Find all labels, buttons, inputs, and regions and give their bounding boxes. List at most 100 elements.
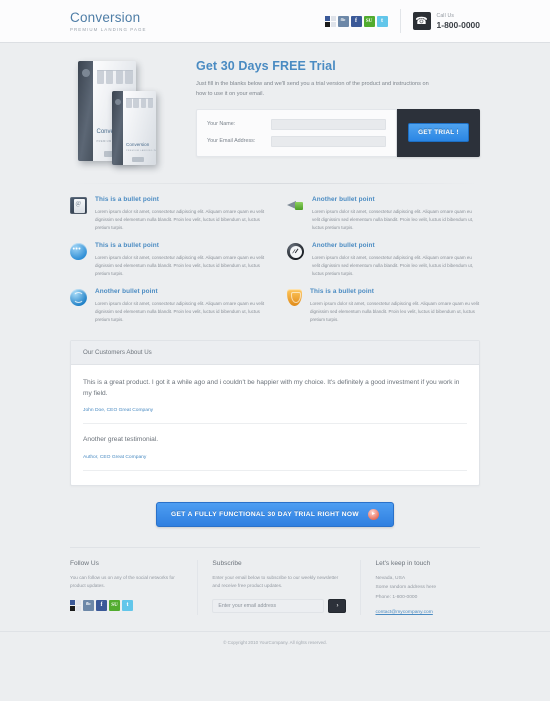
feature-title: Another bullet point (312, 242, 375, 249)
contact-email-link[interactable]: contact@mycompany.com (375, 610, 480, 615)
megaphone-icon (287, 197, 304, 214)
cta-button[interactable]: GET A FULLY FUNCTIONAL 30 DAY TRIAL RIGH… (156, 501, 394, 527)
stumbleupon-icon[interactable]: SU (363, 15, 375, 27)
clock-icon (287, 243, 304, 260)
cta-section: GET A FULLY FUNCTIONAL 30 DAY TRIAL RIGH… (0, 486, 550, 527)
contact-line-2: Some random address here (375, 585, 437, 591)
site-footer: Follow Us You can follow us on any of th… (0, 548, 550, 616)
subscribe-submit-button[interactable]: › (328, 598, 347, 613)
facebook-icon[interactable]: f (96, 599, 107, 611)
name-input[interactable] (271, 118, 386, 130)
header-social-links: flic f SU t (324, 15, 388, 27)
email-label: Your Email Address: (207, 138, 256, 145)
subscribe-form: › (212, 598, 347, 613)
feature-item: Another bullet point Lorem ipsum dolor s… (70, 288, 275, 334)
flickr-icon[interactable]: flic (337, 15, 349, 27)
testimonial-quote: Another great testimonial. (83, 436, 159, 444)
phone-icon: ☎ (412, 12, 431, 30)
testimonial-item: Another great testimonial. Author, CEO G… (83, 434, 467, 471)
feature-item: This is a bullet point Lorem ipsum dolor… (70, 242, 275, 288)
testimonial-quote: This is a great product. I got it a whil… (83, 379, 460, 398)
arrow-right-icon: ▸ (367, 508, 379, 520)
feature-title: Another bullet point (95, 288, 158, 295)
get-trial-button[interactable]: GET TRIAL ! (408, 123, 469, 143)
hero-paragraph: Just fill in the blanks below and we'll … (196, 81, 429, 97)
testimonials-body: This is a great product. I got it a whil… (71, 365, 479, 485)
subscribe-email-input[interactable] (212, 598, 325, 613)
feature-title: This is a bullet point (95, 242, 159, 249)
feature-text: Lorem ipsum dolor sit amet, consectetur … (310, 301, 480, 322)
logo-subtitle: PREMIUM LANDING PAGE (70, 27, 147, 33)
trial-form-fields: Your Name: Your Email Address: (196, 108, 397, 157)
footer-subscribe-column: Subscribe Enter your email below to subs… (198, 559, 362, 616)
testimonial-item: This is a great product. I got it a whil… (83, 377, 467, 425)
contact-line-1: Nevada, USA (375, 575, 406, 581)
feature-item: This is a bullet point Lorem ipsum dolor… (275, 288, 480, 334)
facebook-icon[interactable]: f (350, 15, 362, 27)
feature-title: Another bullet point (312, 196, 375, 203)
feature-item: Another bullet point Lorem ipsum dolor s… (275, 242, 480, 288)
cta-label: GET A FULLY FUNCTIONAL 30 DAY TRIAL RIGH… (171, 510, 359, 518)
shield-icon (287, 289, 302, 306)
trial-submit-panel: GET TRIAL ! (397, 108, 480, 157)
call-us-number: 1-800-0000 (436, 19, 480, 30)
book-icon (70, 197, 87, 214)
follow-us-text: You can follow us on any of the social n… (70, 574, 175, 589)
feature-text: Lorem ipsum dolor sit amet, consectetur … (95, 301, 265, 322)
feature-title: This is a bullet point (95, 196, 159, 203)
feature-text: Lorem ipsum dolor sit amet, consectetur … (312, 255, 474, 276)
delicious-icon[interactable] (324, 15, 336, 27)
site-header: Conversion PREMIUM LANDING PAGE flic f S… (0, 0, 550, 43)
name-field-group: Your Name: (207, 118, 386, 130)
product-box-small: Conversion PREMIUM LANDING PAGE (112, 91, 156, 165)
email-field-group: Your Email Address: (207, 135, 386, 147)
box-title: Conversion (126, 142, 150, 148)
feature-text: Lorem ipsum dolor sit amet, consectetur … (312, 209, 474, 230)
testimonial-author[interactable]: Author, CEO Great Company (83, 455, 467, 460)
subscribe-title: Subscribe (212, 559, 242, 567)
name-label: Your Name: (207, 121, 236, 128)
box-spine (78, 61, 94, 161)
email-input[interactable] (271, 135, 386, 147)
footer-social-links: flic f SU t (70, 599, 183, 611)
header-divider (399, 9, 401, 33)
header-right: flic f SU t ☎ Call Us 1-800-0000 (324, 9, 480, 33)
call-us-block: ☎ Call Us 1-800-0000 (412, 12, 480, 30)
testimonials-panel: Our Customers About Us This is a great p… (70, 340, 480, 486)
logo[interactable]: Conversion PREMIUM LANDING PAGE (70, 10, 325, 33)
testimonials-header: Our Customers About Us (71, 341, 479, 365)
box-subtitle: PREMIUM LANDING PAGE (126, 149, 156, 152)
box-face: Conversion PREMIUM LANDING PAGE (123, 91, 156, 165)
flickr-icon[interactable]: flic (83, 599, 94, 611)
feature-text: Lorem ipsum dolor sit amet, consectetur … (95, 255, 265, 276)
feature-item: This is a bullet point Lorem ipsum dolor… (70, 196, 275, 242)
delicious-icon[interactable] (70, 599, 81, 611)
hero-content: Get 30 Days FREE Trial Just fill in the … (182, 57, 480, 169)
footer-follow-column: Follow Us You can follow us on any of th… (70, 559, 199, 616)
subscribe-text: Enter your email below to subscribe to o… (212, 574, 339, 589)
twitter-icon[interactable]: t (122, 599, 133, 611)
speech-bubble-icon (70, 243, 87, 260)
footer-contact-column: Let's keep in touch Nevada, USA Some ran… (361, 560, 480, 615)
follow-us-title: Follow Us (70, 559, 99, 567)
hero-section: Conversion PREMIUM LANDING PAGE Conversi… (0, 43, 550, 169)
call-us-label: Call Us (436, 12, 455, 19)
contact-title: Let's keep in touch (375, 559, 431, 567)
trial-form: Your Name: Your Email Address: GET TRIAL… (196, 108, 480, 157)
landing-page: Conversion PREMIUM LANDING PAGE flic f S… (0, 0, 550, 701)
feature-text: Lorem ipsum dolor sit amet, consectetur … (95, 209, 265, 230)
copyright-text: © Copyright 2010 YourCompany. All rights… (223, 640, 327, 646)
contact-address: Nevada, USA Some random address here Pho… (375, 574, 480, 603)
feature-item: Another bullet point Lorem ipsum dolor s… (275, 196, 480, 242)
globe-icon (70, 289, 87, 306)
contact-line-3: Phone: 1-800-0000 (375, 595, 418, 601)
logo-title: Conversion (70, 9, 141, 25)
box-spine (112, 91, 124, 165)
twitter-icon[interactable]: t (376, 15, 388, 27)
features-section: This is a bullet point Lorem ipsum dolor… (0, 184, 550, 334)
feature-title: This is a bullet point (310, 288, 374, 295)
testimonial-author[interactable]: John Doe, CEO Great Company (83, 408, 467, 413)
hero-heading: Get 30 Days FREE Trial (196, 59, 336, 73)
stumbleupon-icon[interactable]: SU (109, 599, 120, 611)
product-boxshot: Conversion PREMIUM LANDING PAGE Conversi… (70, 57, 182, 169)
